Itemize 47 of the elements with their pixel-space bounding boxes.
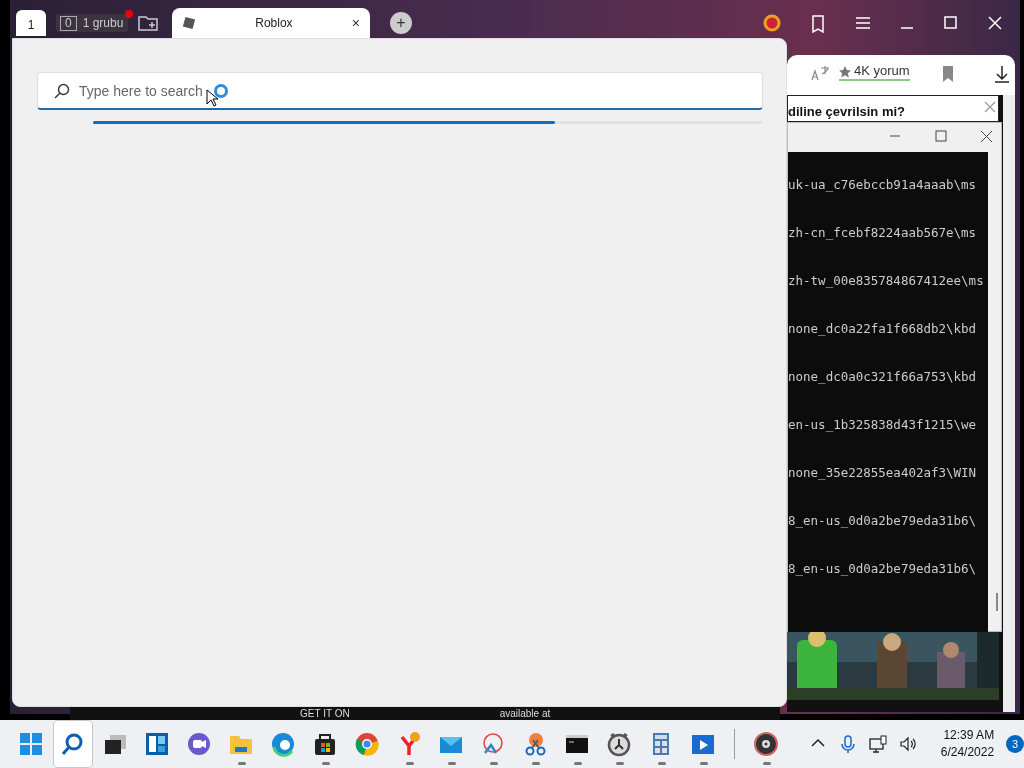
edge-icon [269,731,296,757]
clock-date[interactable]: 6/24/2022 [940,744,995,762]
new-tab-button[interactable]: + [390,12,412,34]
taskbar-button[interactable] [53,721,92,767]
search-field[interactable]: Type here to search [37,72,763,110]
popup-question: diline çevrilsin mi? [788,103,906,121]
scrollbar-thumb[interactable] [996,593,998,611]
close-icon[interactable] [980,130,994,143]
terminal-line: none_dc0a0c321f66a753\kbd [788,368,977,386]
microphone-icon[interactable] [838,735,857,753]
new-group-icon[interactable] [137,14,159,32]
translate-icon[interactable] [811,64,831,82]
notification-badge[interactable]: 3 [1006,735,1024,753]
disc-icon [752,731,779,757]
terminal-line: uk-ua_c76ebccb91a4aaab\ms [788,176,977,194]
tab-favicon-icon [182,16,196,30]
home-button[interactable]: 1 [16,10,46,36]
terminal-line: 8_en-us_0d0a2be79eda31b6\ [788,560,977,578]
terminal-line: en-us_1b325838d43f1215\we [788,416,977,434]
start-icon [17,731,44,757]
chat-icon [185,731,212,757]
extension-icon[interactable] [763,14,781,32]
bookmark-icon[interactable] [941,65,955,83]
terminal-line: zh-tw_00e835784867412ee\ms [788,272,984,290]
cursor-icon [206,89,218,107]
ad-text: GET IT ON [300,708,350,720]
clock-time[interactable]: 12:39 AM [940,726,995,744]
terminal-line: none_dc0a22fa1f668db2\kbd [788,320,977,338]
terminal-line: none_35e22855ea402af3\WIN [788,464,977,482]
tab-close-button[interactable]: × [351,16,360,30]
terminal-line: zh-cn_fcebf8224aab567e\ms [788,224,977,242]
widgets-icon [143,731,170,757]
browser-tab[interactable]: Roblox × [172,8,370,38]
star-icon [839,65,851,78]
loading-icon [213,83,229,99]
search-icon [54,83,70,99]
terminal-line: 8_en-us_0d0a2be79eda31b6\ [788,512,977,530]
network-icon[interactable] [868,735,887,753]
tab-title: Roblox [254,16,294,30]
reviews-button[interactable]: 4K yorum [839,63,910,81]
ad-text: available at [499,708,551,720]
chrome-icon [353,731,380,757]
tab-group-button[interactable]: 0 1 grubu [56,14,128,32]
clock-icon [605,731,632,757]
download-icon[interactable] [993,64,1011,84]
notification-dot [125,10,133,18]
volume-icon[interactable] [898,735,917,753]
